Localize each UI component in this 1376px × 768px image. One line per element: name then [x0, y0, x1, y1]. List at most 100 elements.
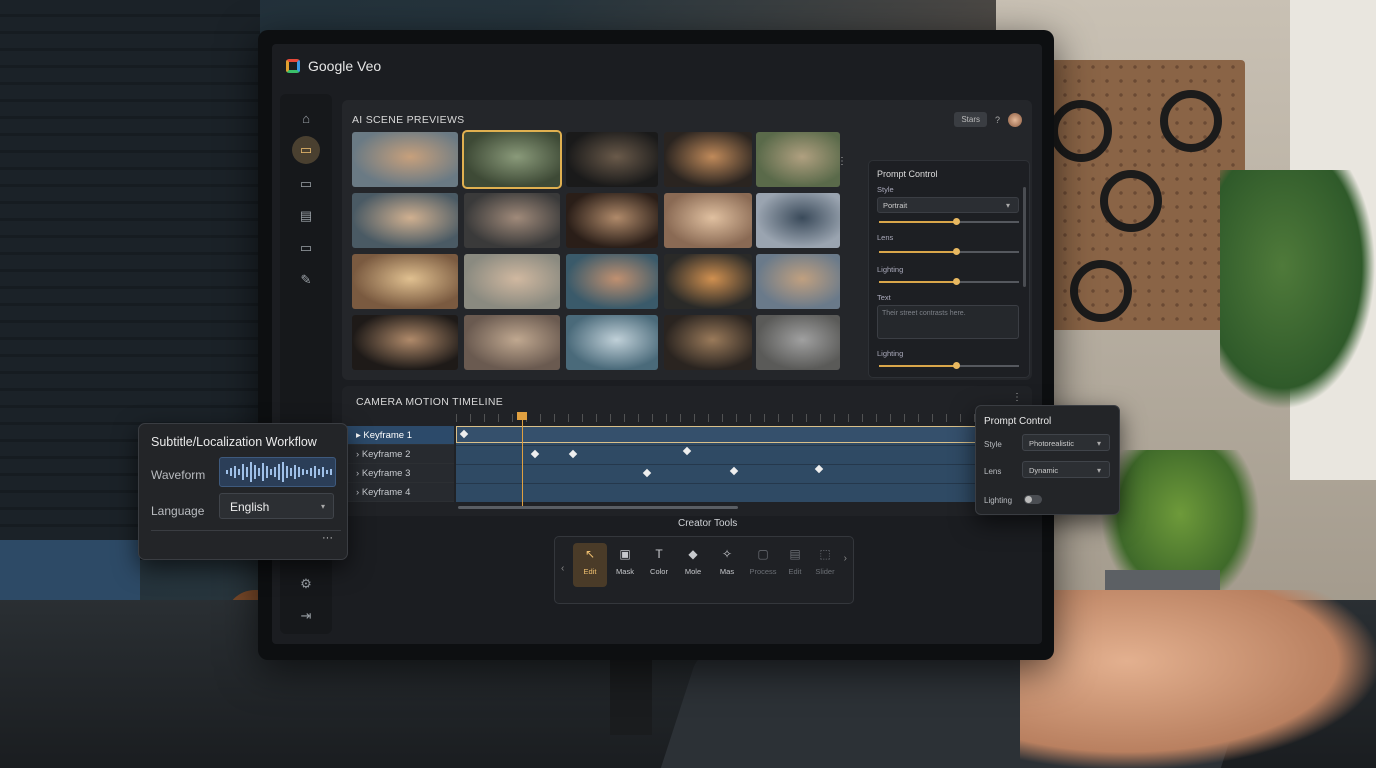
scene-thumbnail[interactable]	[664, 132, 752, 187]
keyframe-tracks[interactable]	[456, 412, 1016, 508]
process-tool-button[interactable]: ▢ Process	[746, 543, 780, 587]
slider-tool-button[interactable]: ⬚ Slider	[808, 543, 842, 587]
keyframe-row[interactable]: › Keyframe 4	[342, 483, 454, 502]
timeline-scrollbar[interactable]	[458, 506, 738, 509]
keyframe-1-clip[interactable]	[456, 426, 1016, 443]
divider	[151, 530, 341, 531]
floating-style-select[interactable]: Photorealistic ▾	[1022, 434, 1110, 451]
more-options-icon[interactable]: ···	[322, 532, 333, 544]
scene-thumbnail[interactable]	[352, 254, 458, 309]
prompt-text-placeholder: Their street contrasts here.	[882, 310, 966, 317]
scene-thumbnail[interactable]	[566, 132, 658, 187]
scene-thumbnail[interactable]	[566, 193, 658, 248]
keyframe-row[interactable]: › Keyframe 3	[342, 464, 454, 483]
mask-tool-button[interactable]: ▣ Mask	[608, 543, 642, 587]
waveform-bar	[262, 463, 264, 481]
stars-dropdown[interactable]: Stars	[954, 112, 987, 127]
waveform-bar	[254, 465, 256, 479]
logout-icon[interactable]: ⇥	[292, 602, 320, 630]
waveform-bar	[298, 467, 300, 477]
home-icon[interactable]: ⌂	[292, 104, 320, 132]
keyframe-label: Keyframe 4	[361, 487, 411, 498]
timeline-menu-icon[interactable]: ⋮	[1012, 392, 1022, 403]
grid-menu-icon[interactable]: ⋮	[837, 156, 847, 167]
headphones	[1070, 260, 1132, 322]
waveform-bar	[274, 467, 276, 477]
keyframe-marker[interactable]	[568, 449, 578, 459]
scrollbar[interactable]	[1023, 187, 1026, 287]
waveform-bar	[314, 466, 316, 478]
edit-tool-button[interactable]: ↖ Edit	[573, 543, 607, 587]
lighting2-slider[interactable]	[879, 362, 1019, 369]
video-camera-icon[interactable]: ▭	[292, 136, 320, 164]
keyframe-marker[interactable]	[530, 449, 540, 459]
language-label: Language	[151, 504, 205, 518]
scene-thumbnail[interactable]	[462, 130, 562, 189]
lighting-toggle[interactable]	[1024, 495, 1042, 504]
keyframe-marker[interactable]	[814, 464, 824, 474]
waveform-bar	[282, 462, 284, 482]
scene-thumbnail[interactable]	[664, 193, 752, 248]
edit2-tool-button[interactable]: ▤ Edit	[778, 543, 812, 587]
lens-label: Lens	[877, 233, 894, 242]
tool-label: Mole	[684, 567, 702, 576]
floating-style-value: Photorealistic	[1029, 439, 1075, 448]
avatar[interactable]	[1008, 112, 1022, 127]
veo-logo-icon	[286, 59, 300, 73]
style-slider[interactable]	[879, 218, 1019, 225]
waveform-display[interactable]	[219, 457, 336, 487]
prompt-title: Prompt Control	[877, 169, 938, 179]
keyframe-row[interactable]: › Keyframe 2	[342, 445, 454, 464]
lighting-slider[interactable]	[879, 278, 1019, 285]
waveform-bar	[322, 467, 324, 477]
waveform-bar	[242, 464, 244, 480]
wrench-icon[interactable]: ✎	[292, 266, 320, 294]
waveform-bar	[250, 462, 252, 482]
keyframe-marker[interactable]	[729, 466, 739, 476]
scene-thumbnail[interactable]	[756, 193, 840, 248]
scene-thumbnail[interactable]	[566, 315, 658, 370]
scene-thumbnail[interactable]	[756, 132, 840, 187]
scene-thumbnail[interactable]	[664, 254, 752, 309]
waveform-bar	[330, 469, 332, 475]
scene-thumbnail[interactable]	[566, 254, 658, 309]
scene-thumbnail[interactable]	[756, 254, 840, 309]
scene-thumbnail[interactable]	[664, 315, 752, 370]
keyframe-marker[interactable]	[682, 446, 692, 456]
scene-thumbnail[interactable]	[756, 315, 840, 370]
mole-tool-button[interactable]: ◆ Mole	[676, 543, 710, 587]
keyframe-marker[interactable]	[642, 468, 652, 478]
floating-prompt-title: Prompt Control	[984, 416, 1052, 427]
waveform-bar	[258, 468, 260, 476]
scene-thumbnail[interactable]	[464, 315, 560, 370]
scene-thumbnail[interactable]	[352, 132, 458, 187]
playhead[interactable]	[517, 412, 527, 508]
scene-thumbnail[interactable]	[352, 315, 458, 370]
chevron-left-icon[interactable]: ‹	[561, 563, 564, 574]
chevron-right-icon[interactable]: ›	[844, 553, 847, 564]
language-select[interactable]: English ▾	[219, 493, 334, 519]
scene-thumbnail[interactable]	[464, 193, 560, 248]
headphones	[1160, 90, 1222, 152]
scene-thumbnail[interactable]	[464, 254, 560, 309]
lighting2-label: Lighting	[877, 349, 904, 358]
monitor-icon[interactable]: ▭	[292, 234, 320, 262]
camera-icon[interactable]: ▭	[292, 170, 320, 198]
scene-thumbnail[interactable]	[352, 193, 458, 248]
floating-lens-select[interactable]: Dynamic ▾	[1022, 461, 1110, 478]
lens-slider[interactable]	[879, 248, 1019, 255]
color-tool-button[interactable]: T Color	[642, 543, 676, 587]
floating-lens-label: Lens	[984, 467, 1002, 476]
tool-label: Edit	[788, 567, 802, 576]
keyframe-row[interactable]: ▸ Keyframe 1	[342, 426, 454, 445]
gear-icon[interactable]: ⚙	[292, 570, 320, 598]
waveform-bar	[226, 470, 228, 474]
camera-motion-timeline: CAMERA MOTION TIMELINE ⋮ ▸ Keyframe 1 › …	[342, 386, 1032, 516]
prompt-text-input[interactable]: Their street contrasts here.	[877, 305, 1019, 339]
film-icon[interactable]: ▤	[292, 202, 320, 230]
mas-tool-button[interactable]: ✧ Mas	[710, 543, 744, 587]
style-select[interactable]: Portrait ▾	[877, 197, 1019, 213]
help-icon[interactable]: ?	[995, 115, 1000, 125]
lighting-label: Lighting	[877, 265, 904, 274]
creator-tools-title: Creator Tools	[678, 518, 738, 529]
